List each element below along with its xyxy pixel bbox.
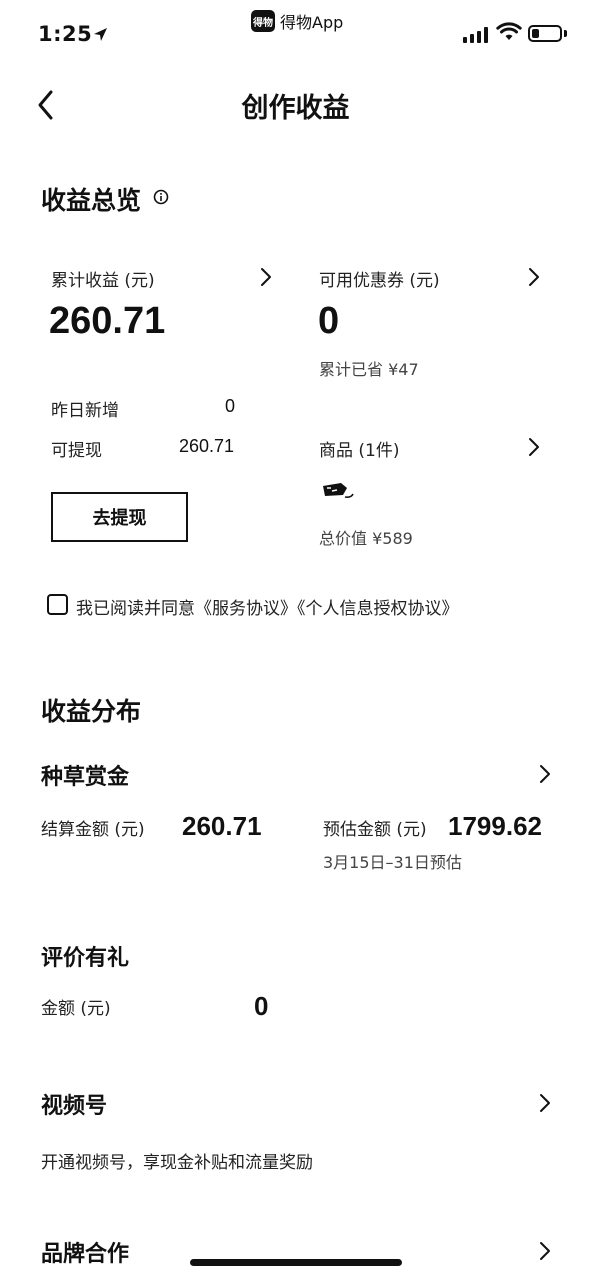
battery-icon [528, 25, 562, 42]
yesterday-label: 昨日新增 [51, 401, 119, 421]
brand-chevron-right-icon[interactable] [538, 1240, 552, 1262]
settled-amount-value: 260.71 [182, 811, 262, 841]
battery-level [532, 29, 539, 38]
location-arrow-icon [94, 28, 107, 41]
home-indicator [190, 1259, 402, 1266]
distribution-title: 收益分布 [41, 697, 142, 726]
coupon-label[interactable]: 可用优惠券 (元) [319, 266, 440, 291]
estimated-period-note: 3月15日–31日预估 [323, 853, 462, 872]
info-icon[interactable] [153, 189, 169, 205]
wifi-icon [496, 22, 522, 40]
video-chevron-right-icon[interactable] [538, 1092, 552, 1114]
back-to-app-badge[interactable]: 得物 得物App [251, 9, 343, 33]
review-gift-title: 评价有礼 [41, 946, 130, 971]
seeding-chevron-right-icon[interactable] [538, 763, 552, 785]
video-channel-desc: 开通视频号，享现金补贴和流量奖励 [41, 1153, 313, 1173]
status-time: 1:25 [38, 22, 93, 46]
video-channel-title[interactable]: 视频号 [41, 1088, 107, 1120]
review-amount-value: 0 [254, 991, 269, 1021]
settled-amount-label: 结算金额 (元) [41, 820, 145, 840]
cellular-signal-icon [463, 27, 488, 43]
saved-amount: 累计已省 ¥47 [319, 360, 419, 379]
agreement-text[interactable]: 我已阅读并同意《服务协议》《个人信息授权协议》 [76, 594, 459, 619]
app-logo: 得物 [251, 10, 275, 32]
coupon-value: 0 [318, 300, 340, 342]
cumulative-earnings-value: 260.71 [49, 300, 166, 342]
goods-total-value: 总价值 ¥589 [319, 529, 413, 548]
goods-chevron-right-icon[interactable] [527, 436, 541, 458]
battery-cap [564, 30, 567, 37]
page-title: 创作收益 [241, 93, 350, 124]
cumulative-earnings-label[interactable]: 累计收益 (元) [51, 266, 155, 291]
yesterday-value: 0 [225, 396, 236, 416]
brand-cooperation-title[interactable]: 品牌合作 [41, 1236, 129, 1268]
product-thumbnail-icon[interactable] [321, 480, 355, 504]
agreement-checkbox[interactable] [47, 594, 68, 615]
app-name: 得物App [280, 13, 344, 32]
coupon-chevron-right-icon[interactable] [527, 266, 541, 288]
seeding-reward-title[interactable]: 种草赏金 [41, 759, 129, 791]
goods-label[interactable]: 商品 (1件) [319, 436, 399, 461]
estimated-amount-label: 预估金额 (元) [323, 820, 427, 840]
withdrawable-value: 260.71 [179, 436, 235, 456]
review-amount-label: 金额 (元) [41, 999, 111, 1019]
overview-title: 收益总览 [41, 186, 142, 215]
withdraw-button[interactable]: 去提现 [51, 492, 188, 542]
cumulative-chevron-right-icon[interactable] [259, 266, 273, 288]
estimated-amount-value: 1799.62 [448, 811, 542, 841]
withdrawable-label: 可提现 [51, 441, 102, 461]
